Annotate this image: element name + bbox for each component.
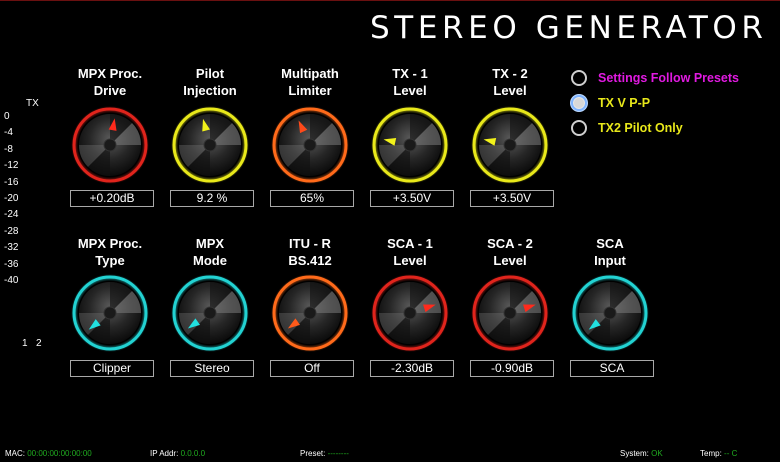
knob-label: TX - 1 Level: [360, 65, 460, 99]
knob-label-line1: MPX Proc.: [77, 66, 143, 81]
knob-label-line2: Level: [393, 83, 427, 98]
knob-label: Multipath Limiter: [260, 65, 360, 99]
rotary-knob[interactable]: [170, 105, 250, 185]
radio-button[interactable]: [571, 120, 587, 136]
mac-value: 00:00:00:00:00:00: [27, 449, 92, 458]
option-settings-follow-presets[interactable]: Settings Follow Presets: [571, 67, 739, 89]
rotary-knob[interactable]: [170, 273, 250, 353]
meter-scale-tick: -28: [4, 225, 19, 237]
knob-value-display: SCA: [570, 360, 654, 377]
meter-header: TX: [26, 98, 39, 109]
knob-label-line2: BS.412: [288, 253, 332, 268]
preset-value: --------: [327, 449, 349, 458]
knob-value-display: Off: [270, 360, 354, 377]
preset-label: Preset:: [300, 449, 326, 458]
knob-value-display: -0.90dB: [470, 360, 554, 377]
knob-value-display: 9.2 %: [170, 190, 254, 207]
rotary-knob[interactable]: [370, 273, 450, 353]
knob-label: MPX Proc. Drive: [60, 65, 160, 99]
rotary-knob[interactable]: [470, 105, 550, 185]
rotary-knob[interactable]: [70, 273, 150, 353]
knob-label: Pilot Injection: [160, 65, 260, 99]
rotary-knob[interactable]: [270, 105, 350, 185]
rotary-knob[interactable]: [70, 105, 150, 185]
knob-label-line2: Injection: [183, 83, 237, 98]
meter-scale-tick: -4: [4, 127, 13, 139]
meter-scale-tick: 0: [4, 111, 10, 122]
knob-label: SCA - 1 Level: [360, 235, 460, 269]
page-title: STEREO GENERATOR: [370, 10, 768, 46]
knob-label-line1: SCA - 2: [487, 236, 533, 251]
meter-scale-tick: -20: [4, 193, 19, 204]
rotary-knob[interactable]: [570, 273, 650, 353]
status-temp: Temp: -- C: [700, 449, 737, 458]
knob-label-line2: Limiter: [288, 83, 332, 98]
radio-button[interactable]: [571, 70, 587, 86]
knob-label: TX - 2 Level: [460, 65, 560, 99]
knob-label-line1: TX - 2: [492, 66, 528, 81]
meter-scale-tick: -24: [4, 209, 19, 221]
rotary-knob[interactable]: [370, 105, 450, 185]
radio-button[interactable]: [571, 95, 587, 111]
system-label: System:: [620, 449, 649, 458]
meter-channel-1: 1: [22, 338, 28, 349]
meter-scale-tick: -8: [4, 143, 13, 155]
status-preset: Preset: --------: [300, 449, 349, 458]
knob-value-display: Clipper: [70, 360, 154, 377]
knob-value-display: +3.50V: [470, 190, 554, 207]
ip-label: IP Addr:: [150, 449, 179, 458]
temp-value: -- C: [724, 449, 738, 458]
knob-label-line2: Level: [493, 253, 527, 268]
knob-label: MPX Mode: [160, 235, 260, 269]
knob-label-line2: Input: [594, 253, 626, 268]
knob-label-line1: SCA - 1: [387, 236, 433, 251]
rotary-knob[interactable]: [470, 273, 550, 353]
knob-label: SCA Input: [560, 235, 660, 269]
knob-value-display: 65%: [270, 190, 354, 207]
knob-value-display: -2.30dB: [370, 360, 454, 377]
meter-channel-2: 2: [36, 338, 42, 349]
knob-value-display: Stereo: [170, 360, 254, 377]
knob-label: SCA - 2 Level: [460, 235, 560, 269]
knob-label: ITU - R BS.412: [260, 235, 360, 269]
knob-label-line1: SCA: [596, 236, 624, 251]
knob-label-line2: Drive: [93, 83, 127, 98]
option-label: Settings Follow Presets: [598, 71, 740, 85]
knob-label-line1: Pilot: [195, 66, 225, 81]
option-tx2-pilot-only[interactable]: TX2 Pilot Only: [571, 117, 683, 139]
option-label: TX V P-P: [598, 96, 651, 110]
meter-scale-tick: -16: [4, 176, 19, 188]
knob-label-line1: MPX Proc.: [77, 236, 143, 251]
rotary-knob[interactable]: [270, 273, 350, 353]
knob-label: MPX Proc. Type: [60, 235, 160, 269]
mac-label: MAC:: [5, 449, 25, 458]
option-label: TX2 Pilot Only: [598, 121, 683, 135]
meter-scale-tick: -12: [4, 160, 19, 172]
meter-scale-tick: -40: [4, 275, 19, 286]
knob-label-line1: Multipath: [281, 66, 339, 81]
status-system: System: OK: [620, 449, 663, 458]
knob-label-line1: MPX: [195, 236, 225, 251]
knob-label-line2: Level: [393, 253, 427, 268]
meter-scale-tick: -36: [4, 258, 19, 270]
top-border: [0, 0, 780, 1]
knob-value-display: +3.50V: [370, 190, 454, 207]
knob-label-line1: ITU - R: [289, 236, 331, 251]
status-mac: MAC: 00:00:00:00:00:00: [5, 449, 92, 458]
system-value: OK: [651, 449, 663, 458]
ip-value: 0.0.0.0: [180, 449, 206, 458]
status-ip: IP Addr: 0.0.0.0: [150, 449, 205, 458]
knob-label-line2: Level: [493, 83, 527, 98]
option-tx-v-pp[interactable]: TX V P-P: [571, 92, 650, 114]
knob-label-line2: Type: [95, 253, 125, 268]
knob-label-line2: Mode: [193, 253, 227, 268]
knob-label-line1: TX - 1: [392, 66, 428, 81]
meter-scale-tick: -32: [4, 242, 19, 254]
temp-label: Temp:: [700, 449, 722, 458]
knob-value-display: +0.20dB: [70, 190, 154, 207]
